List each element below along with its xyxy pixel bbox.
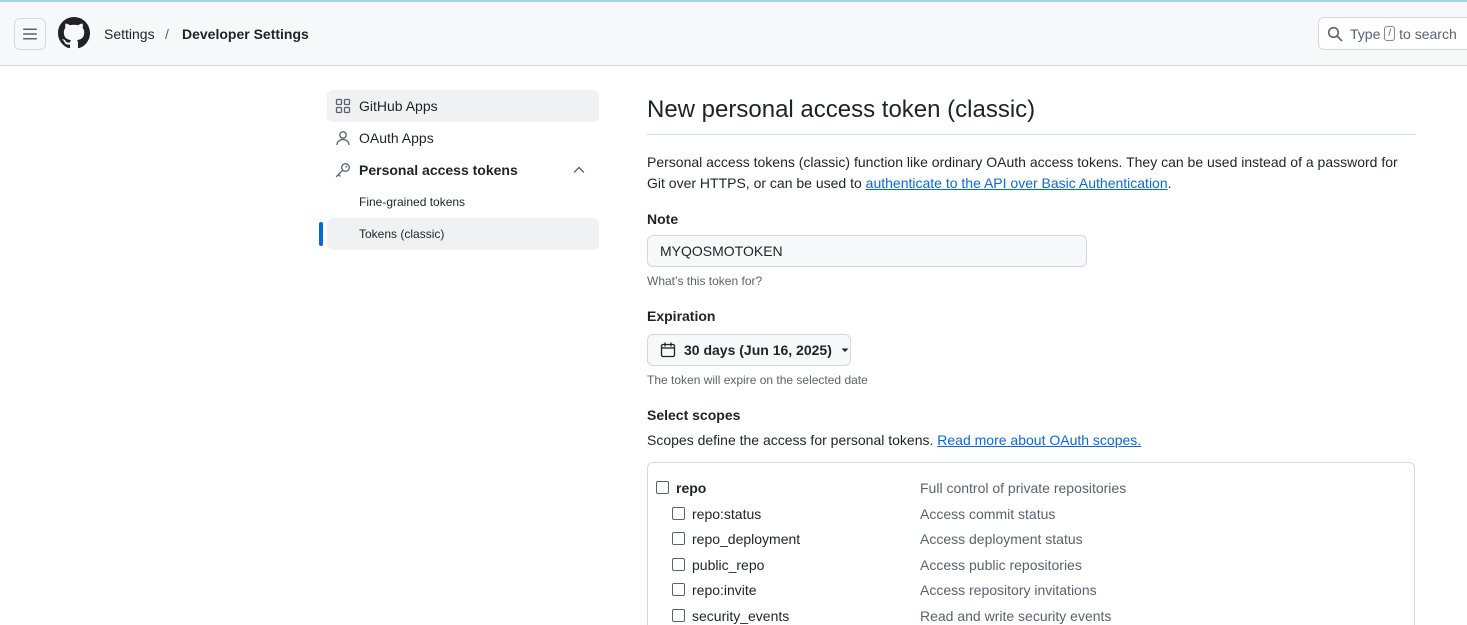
title-divider (647, 134, 1416, 135)
apps-grid-icon (335, 98, 351, 114)
chevron-up-icon[interactable] (571, 162, 587, 178)
sidebar-item-label: Fine-grained tokens (359, 195, 466, 209)
sidebar-item-tokens-classic[interactable]: Tokens (classic) (327, 218, 599, 250)
scope-row-repo-invite: repo:invite Access repository invitation… (648, 578, 1414, 602)
scope-checkbox-repo-invite[interactable] (672, 583, 685, 596)
breadcrumb-settings-link[interactable]: Settings (104, 26, 155, 43)
scope-row-repo-deployment: repo_deployment Access deployment status (648, 527, 1414, 551)
github-logo-icon[interactable] (58, 17, 90, 49)
page-title: New personal access token (classic) (647, 96, 1036, 123)
search-icon (1327, 26, 1343, 41)
scope-name: repo (676, 480, 707, 496)
calendar-icon (660, 342, 676, 358)
scopes-desc-text: Scopes define the access for personal to… (647, 432, 938, 448)
scope-description: Full control of private repositories (920, 480, 1127, 496)
expiration-hint: The token will expire on the selected da… (647, 373, 868, 387)
sidebar-item-oauth-apps[interactable]: OAuth Apps (327, 122, 599, 154)
note-label: Note (647, 211, 679, 227)
scope-row-repo: repo Full control of private repositorie… (648, 476, 1414, 500)
scope-checkbox-public-repo[interactable] (672, 558, 685, 571)
basic-auth-link[interactable]: authenticate to the API over Basic Authe… (866, 175, 1168, 191)
scope-name: repo:status (692, 506, 762, 522)
expiration-label: Expiration (647, 308, 716, 324)
scope-description: Access commit status (920, 506, 1056, 522)
scope-description: Read and write security events (920, 608, 1112, 624)
sidebar-item-label: Personal access tokens (359, 162, 518, 178)
scope-name: repo:invite (692, 582, 757, 598)
scope-row-security-events: security_events Read and write security … (648, 604, 1414, 625)
sidebar-item-label: OAuth Apps (359, 130, 434, 146)
search-shortcut-key: / (1384, 26, 1396, 41)
scope-checkbox-security-events[interactable] (672, 609, 685, 622)
sidebar-item-label: GitHub Apps (359, 98, 438, 114)
intro-paragraph: Personal access tokens (classic) functio… (647, 152, 1417, 194)
note-hint: What’s this token for? (647, 274, 763, 288)
scope-name: repo_deployment (692, 531, 801, 547)
person-icon (335, 130, 351, 146)
active-item-indicator (319, 222, 323, 246)
scope-checkbox-repo-status[interactable] (672, 507, 685, 520)
caret-down-icon (841, 348, 849, 352)
breadcrumb-current-page[interactable]: Developer Settings (182, 26, 309, 43)
sidebar-item-personal-access-tokens[interactable]: Personal access tokens (327, 154, 599, 186)
scopes-description: Scopes define the access for personal to… (647, 432, 1141, 448)
search-placeholder-type: Type (1350, 25, 1381, 42)
search-placeholder-suffix: to search (1399, 25, 1457, 42)
scopes-list: repo Full control of private repositorie… (647, 462, 1415, 625)
sidebar-item-label: Tokens (classic) (359, 227, 445, 241)
scope-description: Access public repositories (920, 557, 1082, 573)
intro-end: . (1167, 175, 1172, 191)
scope-checkbox-repo-deployment[interactable] (672, 532, 685, 545)
scope-description: Access repository invitations (920, 582, 1097, 598)
scope-checkbox-repo[interactable] (656, 481, 669, 494)
scope-name: security_events (692, 608, 790, 624)
scope-description: Access deployment status (920, 531, 1083, 547)
sidebar-item-github-apps[interactable]: GitHub Apps (327, 90, 599, 122)
select-scopes-label: Select scopes (647, 407, 741, 423)
top-header: Settings / Developer Settings Type / to … (0, 2, 1467, 66)
sidebar-item-fine-grained-tokens[interactable]: Fine-grained tokens (327, 186, 599, 218)
global-search-input[interactable]: Type / to search (1318, 17, 1467, 50)
hamburger-menu-button[interactable] (14, 18, 46, 50)
key-icon (335, 162, 351, 178)
oauth-scopes-link[interactable]: Read more about OAuth scopes. (937, 432, 1141, 448)
expiration-value: 30 days (Jun 16, 2025) (684, 342, 832, 358)
scope-row-public-repo: public_repo Access public repositories (648, 553, 1414, 577)
expiration-select-button[interactable]: 30 days (Jun 16, 2025) (647, 334, 851, 366)
scope-row-repo-status: repo:status Access commit status (648, 502, 1414, 526)
hamburger-icon (23, 28, 37, 40)
note-input[interactable] (647, 235, 1087, 267)
scope-name: public_repo (692, 557, 765, 573)
breadcrumb-separator: / (165, 26, 169, 42)
